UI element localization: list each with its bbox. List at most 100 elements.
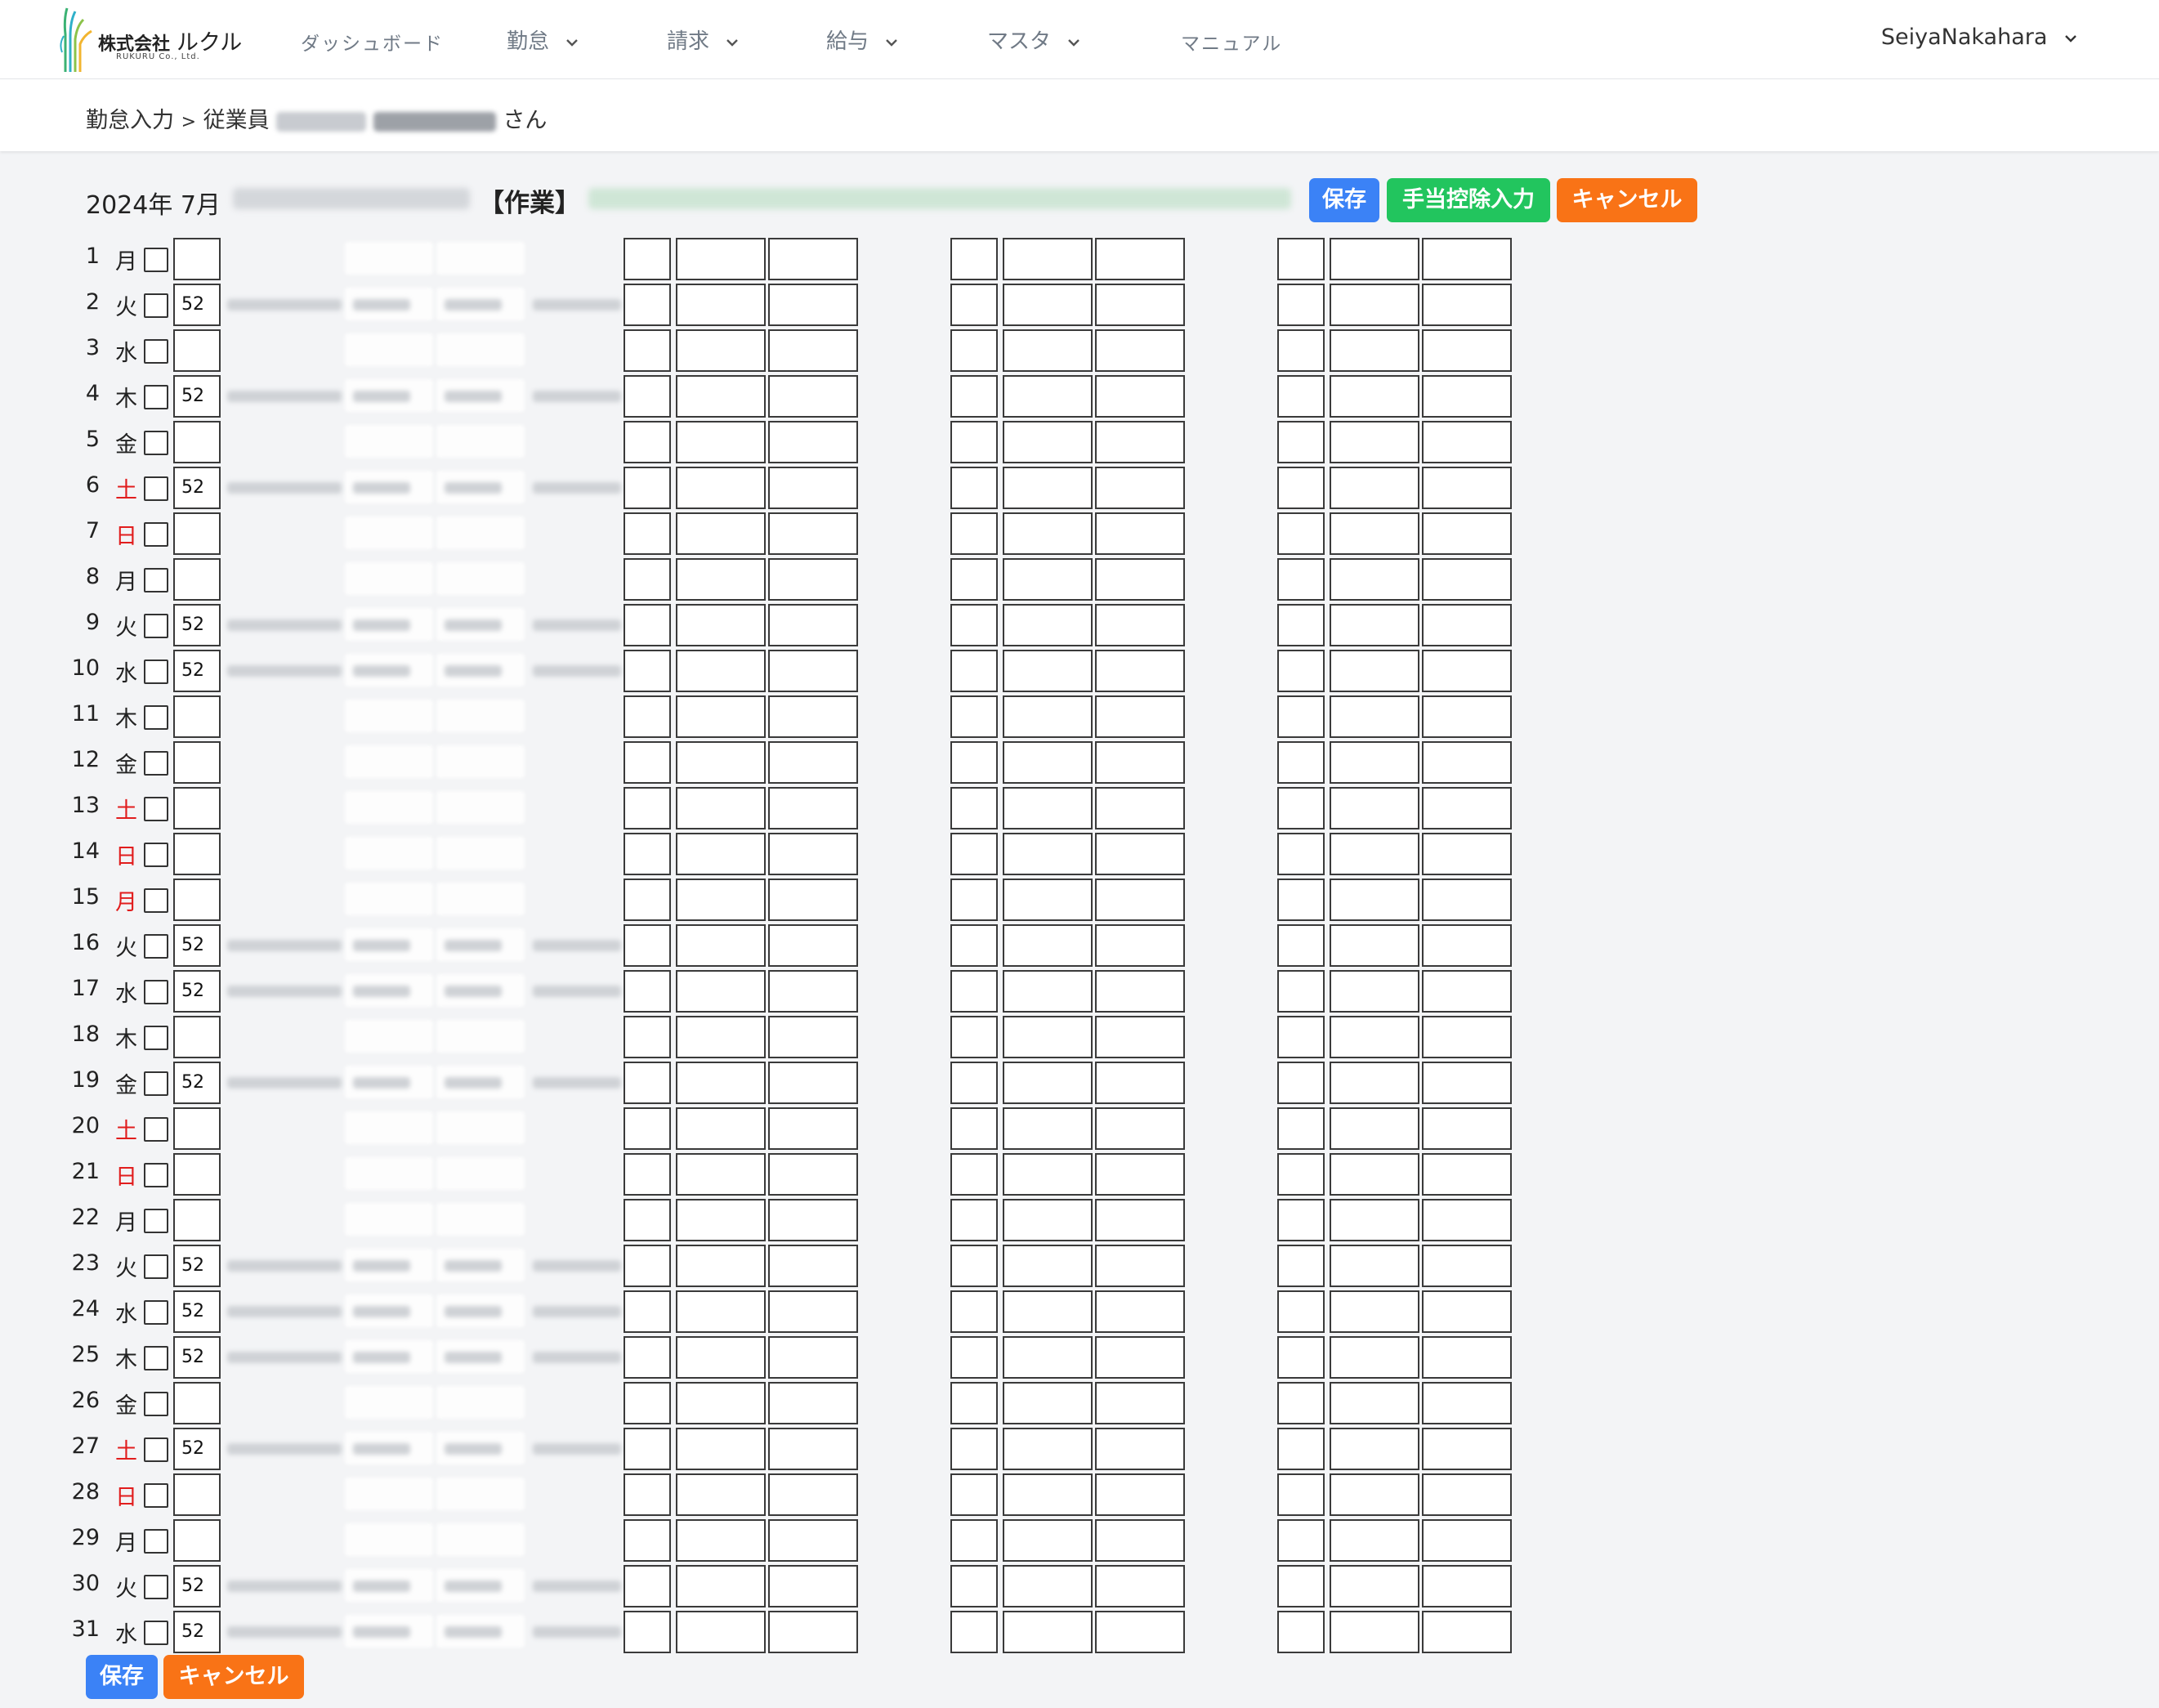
- day-checkbox[interactable]: [144, 248, 168, 272]
- nav-manual[interactable]: マニュアル: [1181, 28, 1282, 56]
- day-checkbox[interactable]: [144, 522, 168, 547]
- entry-field-3-3[interactable]: [1422, 1519, 1512, 1562]
- entry-field-2-1[interactable]: [950, 558, 998, 601]
- entry-field-2-2[interactable]: [1003, 1153, 1093, 1196]
- entry-field-3-2[interactable]: [1330, 879, 1419, 921]
- entry-field-2-3[interactable]: [1095, 1062, 1185, 1104]
- entry-field-3-2[interactable]: [1330, 1473, 1419, 1516]
- entry-field-2-1[interactable]: [950, 1016, 998, 1058]
- entry-field-2-3[interactable]: [1095, 695, 1185, 738]
- entry-field-3-3[interactable]: [1422, 1016, 1512, 1058]
- entry-field-2-3[interactable]: [1095, 1473, 1185, 1516]
- entry-field-3-3[interactable]: [1422, 924, 1512, 967]
- entry-field-3-1[interactable]: [1277, 1473, 1325, 1516]
- entry-field-3-2[interactable]: [1330, 284, 1419, 326]
- entry-field-3-1[interactable]: [1277, 329, 1325, 372]
- entry-field-2-3[interactable]: [1095, 375, 1185, 418]
- day-checkbox[interactable]: [144, 1071, 168, 1096]
- entry-field-2-1[interactable]: [950, 1473, 998, 1516]
- day-checkbox[interactable]: [144, 888, 168, 913]
- day-checkbox[interactable]: [144, 980, 168, 1004]
- entry-field-1-2[interactable]: [676, 1611, 766, 1653]
- entry-field-3-2[interactable]: [1330, 1062, 1419, 1104]
- entry-field-3-3[interactable]: [1422, 467, 1512, 509]
- entry-field-2-2[interactable]: [1003, 741, 1093, 784]
- entry-field-3-3[interactable]: [1422, 1153, 1512, 1196]
- day-checkbox[interactable]: [144, 431, 168, 455]
- day-checkbox[interactable]: [144, 1117, 168, 1142]
- entry-field-3-3[interactable]: [1422, 833, 1512, 875]
- redacted-start-time[interactable]: [345, 791, 433, 824]
- entry-field-2-3[interactable]: [1095, 1611, 1185, 1653]
- entry-field-1-3[interactable]: [768, 1473, 858, 1516]
- day-checkbox[interactable]: [144, 1209, 168, 1233]
- entry-field-1-2[interactable]: [676, 970, 766, 1013]
- attendance-code-input[interactable]: 52: [173, 1428, 221, 1470]
- entry-field-2-3[interactable]: [1095, 879, 1185, 921]
- entry-field-2-1[interactable]: [950, 650, 998, 692]
- entry-field-3-3[interactable]: [1422, 741, 1512, 784]
- entry-field-3-3[interactable]: [1422, 284, 1512, 326]
- entry-field-1-1[interactable]: [624, 604, 671, 646]
- entry-field-2-2[interactable]: [1003, 879, 1093, 921]
- entry-field-2-3[interactable]: [1095, 970, 1185, 1013]
- entry-field-3-2[interactable]: [1330, 970, 1419, 1013]
- attendance-code-input[interactable]: [173, 1107, 221, 1150]
- entry-field-2-1[interactable]: [950, 512, 998, 555]
- entry-field-1-1[interactable]: [624, 1153, 671, 1196]
- entry-field-2-1[interactable]: [950, 467, 998, 509]
- entry-field-3-2[interactable]: [1330, 329, 1419, 372]
- entry-field-3-1[interactable]: [1277, 512, 1325, 555]
- day-checkbox[interactable]: [144, 385, 168, 409]
- entry-field-3-1[interactable]: [1277, 1153, 1325, 1196]
- entry-field-1-2[interactable]: [676, 1290, 766, 1333]
- entry-field-3-2[interactable]: [1330, 1382, 1419, 1424]
- entry-field-3-1[interactable]: [1277, 1336, 1325, 1379]
- day-checkbox[interactable]: [144, 293, 168, 318]
- entry-field-2-2[interactable]: [1003, 1290, 1093, 1333]
- entry-field-1-3[interactable]: [768, 970, 858, 1013]
- entry-field-3-1[interactable]: [1277, 650, 1325, 692]
- entry-field-3-2[interactable]: [1330, 1245, 1419, 1287]
- day-checkbox[interactable]: [144, 934, 168, 959]
- entry-field-3-1[interactable]: [1277, 1107, 1325, 1150]
- entry-field-3-1[interactable]: [1277, 558, 1325, 601]
- day-checkbox[interactable]: [144, 568, 168, 592]
- redacted-start-time[interactable]: [345, 1020, 433, 1053]
- entry-field-2-2[interactable]: [1003, 1565, 1093, 1607]
- entry-field-1-3[interactable]: [768, 558, 858, 601]
- redacted-end-time[interactable]: [436, 837, 525, 870]
- entry-field-3-1[interactable]: [1277, 238, 1325, 280]
- attendance-code-input[interactable]: [173, 1473, 221, 1516]
- entry-field-3-1[interactable]: [1277, 421, 1325, 463]
- entry-field-1-1[interactable]: [624, 1565, 671, 1607]
- entry-field-1-3[interactable]: [768, 604, 858, 646]
- entry-field-3-3[interactable]: [1422, 1199, 1512, 1241]
- entry-field-2-1[interactable]: [950, 833, 998, 875]
- entry-field-2-3[interactable]: [1095, 1428, 1185, 1470]
- entry-field-1-3[interactable]: [768, 1107, 858, 1150]
- entry-field-2-3[interactable]: [1095, 284, 1185, 326]
- entry-field-2-2[interactable]: [1003, 512, 1093, 555]
- entry-field-1-2[interactable]: [676, 1428, 766, 1470]
- entry-field-2-2[interactable]: [1003, 1473, 1093, 1516]
- entry-field-3-1[interactable]: [1277, 1428, 1325, 1470]
- attendance-code-input[interactable]: 52: [173, 1245, 221, 1287]
- entry-field-2-2[interactable]: [1003, 833, 1093, 875]
- entry-field-1-2[interactable]: [676, 1336, 766, 1379]
- entry-field-3-2[interactable]: [1330, 238, 1419, 280]
- entry-field-3-3[interactable]: [1422, 1336, 1512, 1379]
- entry-field-2-3[interactable]: [1095, 1107, 1185, 1150]
- entry-field-2-1[interactable]: [950, 1428, 998, 1470]
- redacted-start-time[interactable]: [345, 1478, 433, 1510]
- entry-field-1-3[interactable]: [768, 879, 858, 921]
- redacted-start-time[interactable]: [345, 837, 433, 870]
- day-checkbox[interactable]: [144, 843, 168, 867]
- entry-field-1-2[interactable]: [676, 650, 766, 692]
- entry-field-1-3[interactable]: [768, 741, 858, 784]
- redacted-start-time[interactable]: [345, 1111, 433, 1144]
- entry-field-1-2[interactable]: [676, 604, 766, 646]
- attendance-code-input[interactable]: [173, 1153, 221, 1196]
- entry-field-2-3[interactable]: [1095, 1245, 1185, 1287]
- entry-field-2-1[interactable]: [950, 329, 998, 372]
